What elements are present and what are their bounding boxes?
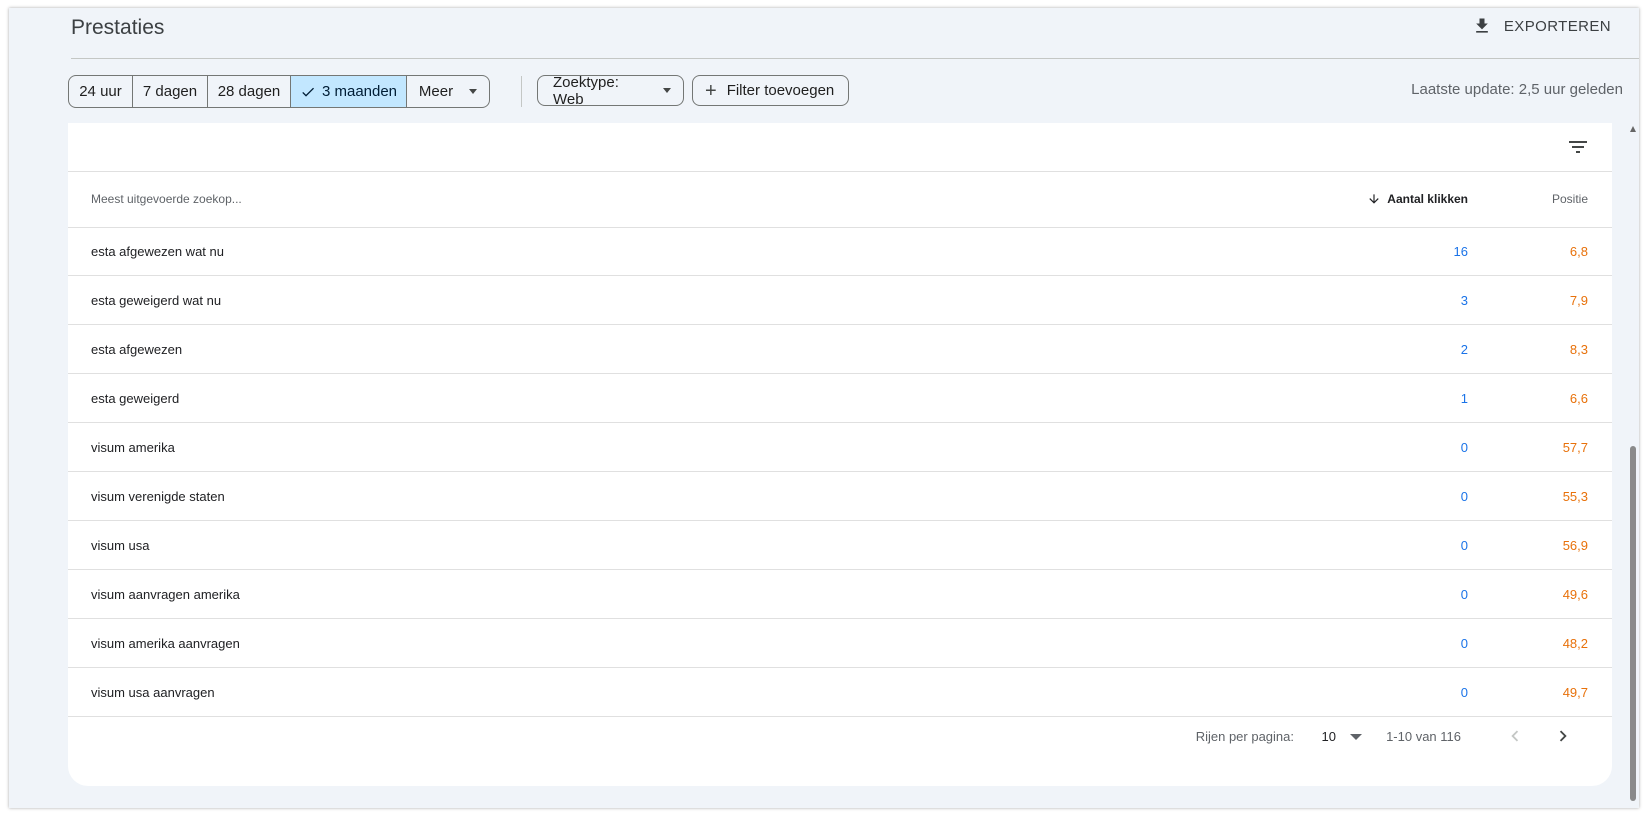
row-clicks: 0 <box>1460 538 1468 553</box>
row-clicks: 2 <box>1460 342 1468 357</box>
row-query: visum amerika aanvragen <box>91 636 240 651</box>
table-row[interactable]: esta geweigerd 1 6,6 <box>68 374 1612 423</box>
row-query: visum usa <box>91 538 150 553</box>
header-divider <box>71 58 1639 59</box>
table-row[interactable]: esta afgewezen 2 8,3 <box>68 325 1612 374</box>
table-body: esta afgewezen wat nu 16 6,8 esta geweigerd… <box>68 227 1612 717</box>
filter-list-icon[interactable] <box>1566 135 1590 159</box>
pagination: Rijen per pagina: 10 1-10 van 116 <box>68 713 1612 761</box>
column-header-position[interactable]: Positie <box>1552 192 1588 206</box>
search-type-chip[interactable]: Zoektype: Web <box>537 74 684 108</box>
row-clicks: 0 <box>1460 587 1468 602</box>
rows-per-page-select[interactable]: 10 <box>1322 729 1362 744</box>
row-position: 6,6 <box>1569 391 1588 406</box>
row-position: 48,2 <box>1562 636 1588 651</box>
table-row[interactable]: esta afgewezen wat nu 16 6,8 <box>68 227 1612 276</box>
row-clicks: 3 <box>1460 293 1468 308</box>
date-range-7d[interactable]: 7 dagen <box>133 76 208 107</box>
table-header: Meest uitgevoerde zoekop... Aantal klikk… <box>68 171 1612 228</box>
row-position: 49,7 <box>1562 685 1588 700</box>
toolbar-separator <box>521 76 522 107</box>
row-query: visum amerika <box>91 440 175 455</box>
row-position: 8,3 <box>1569 342 1588 357</box>
row-position: 6,8 <box>1569 244 1588 259</box>
row-query: esta afgewezen wat nu <box>91 244 224 259</box>
add-filter-button[interactable]: + Filter toevoegen <box>692 75 849 106</box>
date-range-more[interactable]: Meer <box>407 76 489 107</box>
table-row[interactable]: visum amerika aanvragen 0 48,2 <box>68 619 1612 668</box>
dropdown-caret-icon <box>663 88 671 93</box>
row-position: 56,9 <box>1562 538 1588 553</box>
row-query: esta geweigerd <box>91 391 180 406</box>
row-query: esta afgewezen <box>91 342 183 357</box>
export-label: EXPORTEREN <box>1503 17 1611 35</box>
column-header-clicks[interactable]: Aantal klikken <box>1367 192 1468 206</box>
row-clicks: 0 <box>1460 636 1468 651</box>
export-button[interactable]: EXPORTEREN <box>1472 16 1611 36</box>
scrollbar[interactable] <box>1629 126 1637 806</box>
dropdown-caret-icon <box>1350 733 1362 740</box>
table-row[interactable]: visum aanvragen amerika 0 49,6 <box>68 570 1612 619</box>
last-update-text: Laatste update: 2,5 uur geleden <box>1411 81 1623 98</box>
performance-panel: Prestaties EXPORTEREN 24 uur 7 dagen 28 … <box>9 8 1639 808</box>
chevron-left-icon[interactable] <box>1504 725 1526 747</box>
table-row[interactable]: visum verenigde staten 0 55,3 <box>68 472 1612 521</box>
row-clicks: 0 <box>1460 685 1468 700</box>
check-icon <box>302 87 314 97</box>
date-range-3m[interactable]: 3 maanden <box>291 76 407 107</box>
chevron-right-icon[interactable] <box>1552 725 1574 747</box>
scrollbar-thumb[interactable] <box>1630 446 1636 801</box>
table-row[interactable]: visum usa 0 56,9 <box>68 521 1612 570</box>
row-query: esta geweigerd wat nu <box>91 293 222 308</box>
plus-icon: + <box>705 79 717 102</box>
row-query: visum verenigde staten <box>91 489 225 504</box>
row-position: 7,9 <box>1569 293 1588 308</box>
table-row[interactable]: esta geweigerd wat nu 3 7,9 <box>68 276 1612 325</box>
queries-table-card: Meest uitgevoerde zoekop... Aantal klikk… <box>68 123 1612 786</box>
row-clicks: 0 <box>1460 440 1468 455</box>
date-range-24h[interactable]: 24 uur <box>69 76 133 107</box>
download-icon <box>1476 18 1488 33</box>
row-clicks: 0 <box>1460 489 1468 504</box>
row-query: visum aanvragen amerika <box>91 587 240 602</box>
row-clicks: 1 <box>1460 391 1468 406</box>
row-clicks: 16 <box>1453 244 1468 259</box>
row-position: 57,7 <box>1562 440 1588 455</box>
dropdown-caret-icon <box>469 89 478 94</box>
row-position: 55,3 <box>1562 489 1588 504</box>
page-title: Prestaties <box>71 16 165 39</box>
table-row[interactable]: visum amerika 0 57,7 <box>68 423 1612 472</box>
row-position: 49,6 <box>1562 587 1588 602</box>
date-range-selector: 24 uur 7 dagen 28 dagen 3 maanden Meer <box>68 75 490 108</box>
rows-per-page-label: Rijen per pagina: <box>1195 729 1294 744</box>
pagination-range: 1-10 van 116 <box>1386 729 1461 744</box>
date-range-28d[interactable]: 28 dagen <box>208 76 291 107</box>
scroll-up-icon[interactable] <box>1630 126 1636 132</box>
table-row[interactable]: visum usa aanvragen 0 49,7 <box>68 668 1612 717</box>
row-query: visum usa aanvragen <box>91 685 215 700</box>
arrow-down-icon <box>1369 194 1379 204</box>
column-header-query[interactable]: Meest uitgevoerde zoekop... <box>91 192 242 206</box>
